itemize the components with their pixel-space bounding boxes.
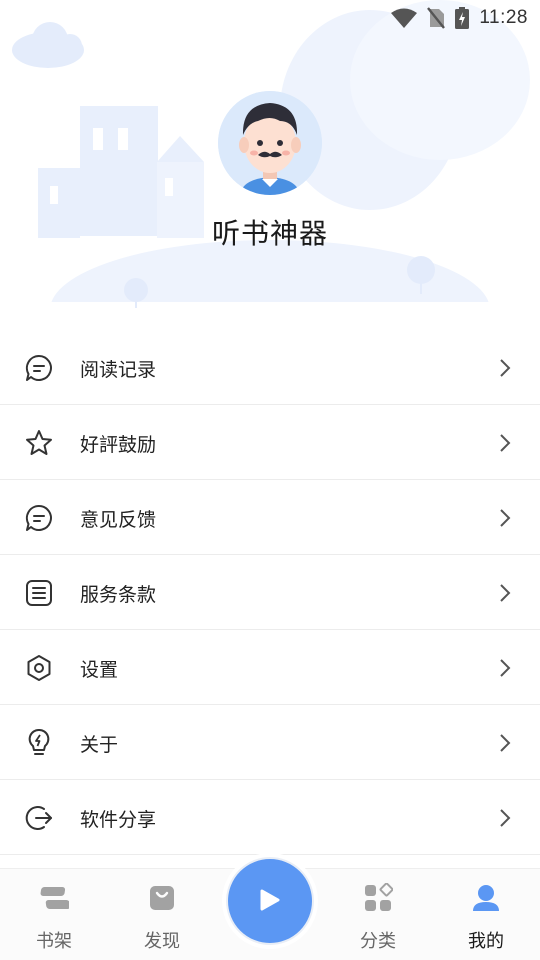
menu-item-reading-history[interactable]: 阅读记录 (0, 330, 540, 405)
user-icon (473, 885, 499, 911)
tab-bookshelf[interactable]: 书架 (14, 869, 94, 960)
tab-label: 分类 (360, 931, 396, 952)
chat-bubble-icon (25, 504, 52, 531)
menu-item-label: 设置 (80, 659, 119, 681)
chat-bubble-icon (25, 354, 52, 381)
chevron-right-icon (500, 434, 511, 452)
cartoon-man-avatar-icon (218, 91, 322, 195)
chevron-right-icon (500, 584, 511, 602)
play-icon (260, 889, 280, 911)
chevron-right-icon (500, 359, 511, 377)
menu-item-terms-of-service[interactable]: 服务条款 (0, 555, 540, 630)
menu-item-about[interactable]: 关于 (0, 705, 540, 780)
tab-category[interactable]: 分类 (338, 869, 418, 960)
tab-label: 我的 (468, 931, 504, 952)
wifi-icon (391, 8, 418, 28)
chevron-right-icon (500, 509, 511, 527)
settings-menu: 阅读记录 好評鼓励 意见反馈 服务条款 设置 关于 软件分享 (0, 330, 540, 855)
tab-mine[interactable]: 我的 (446, 869, 526, 960)
tab-label: 书架 (36, 931, 72, 952)
category-grid-icon (365, 883, 393, 911)
lightbulb-icon (28, 728, 50, 755)
status-time: 11:28 (479, 7, 528, 28)
star-icon (26, 430, 52, 455)
hexagon-settings-icon (27, 655, 51, 681)
status-bar: 11:28 (0, 0, 540, 36)
menu-item-settings[interactable]: 设置 (0, 630, 540, 705)
menu-item-feedback[interactable]: 意见反馈 (0, 480, 540, 555)
menu-item-rate-app[interactable]: 好評鼓励 (0, 405, 540, 480)
battery-charging-icon (455, 7, 470, 29)
shopping-bag-icon (150, 886, 174, 910)
menu-item-label: 好評鼓励 (80, 434, 157, 456)
avatar[interactable] (218, 91, 322, 195)
menu-item-label: 服务条款 (80, 584, 157, 606)
document-icon (26, 580, 52, 606)
play-button[interactable] (222, 853, 318, 949)
menu-item-label: 意见反馈 (80, 509, 157, 531)
chevron-right-icon (500, 809, 511, 827)
menu-item-label: 阅读记录 (80, 359, 157, 381)
menu-item-label: 关于 (80, 734, 119, 756)
chevron-right-icon (500, 734, 511, 752)
profile-header: 听书神器 (0, 0, 540, 330)
tab-discover[interactable]: 发现 (122, 869, 202, 960)
menu-item-label: 软件分享 (80, 809, 157, 831)
tab-label: 发现 (144, 931, 180, 952)
no-sim-icon (427, 7, 446, 29)
app-name: 听书神器 (211, 217, 328, 250)
status-icons: 11:28 (391, 6, 528, 30)
menu-item-share-app[interactable]: 软件分享 (0, 780, 540, 855)
bookshelf-icon (40, 887, 69, 909)
chevron-right-icon (500, 659, 511, 677)
share-arrow-icon (25, 806, 52, 830)
